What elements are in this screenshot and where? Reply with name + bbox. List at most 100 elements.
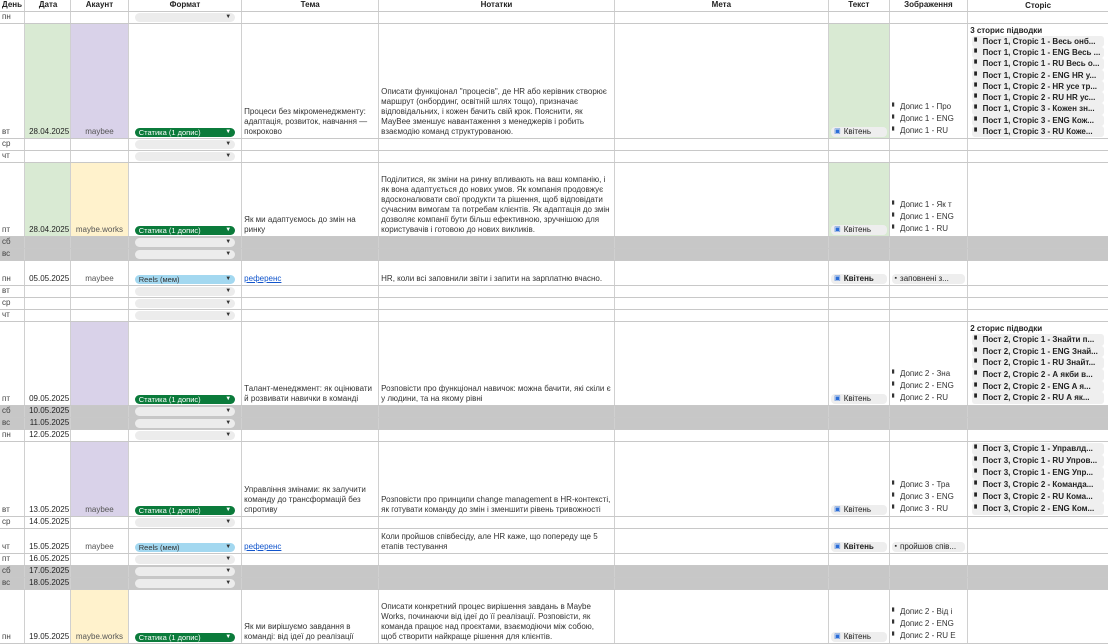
date-cell[interactable]: 17.05.2025 — [25, 566, 72, 577]
date-cell[interactable]: 16.05.2025 — [25, 554, 72, 565]
format-cell[interactable]: Статика (1 допис) ▼ — [129, 322, 243, 405]
meta-cell[interactable] — [615, 430, 830, 441]
day-cell[interactable]: ср — [0, 298, 26, 309]
day-cell[interactable]: пн — [0, 430, 26, 441]
account-cell[interactable] — [71, 237, 129, 248]
stories-cell[interactable] — [968, 249, 1108, 260]
notes-cell[interactable] — [379, 554, 615, 565]
topic-cell[interactable]: Як ми адаптуємось до змін на ринку — [242, 163, 380, 236]
format-cell[interactable]: ▼ — [129, 286, 243, 297]
format-dropdown[interactable]: Статика (1 допис) ▼ — [134, 128, 236, 137]
notes-cell[interactable] — [379, 578, 615, 589]
topic-cell[interactable] — [242, 566, 380, 577]
format-dropdown[interactable]: Статика (1 допис) ▼ — [134, 506, 236, 515]
account-cell[interactable]: maybe.works — [71, 163, 129, 236]
format-cell[interactable]: ▼ — [129, 298, 243, 309]
stories-cell[interactable] — [968, 237, 1108, 248]
date-cell[interactable]: 10.05.2025 — [25, 406, 72, 417]
story-file-chip[interactable]: ▘ Пост 1, Сторіс 1 - Весь онб... — [972, 36, 1104, 48]
format-dropdown[interactable]: ▼ — [134, 431, 236, 440]
stories-cell[interactable] — [968, 298, 1108, 309]
text-cell[interactable]: ▣ Квітень — [829, 322, 890, 405]
topic-cell[interactable] — [242, 139, 380, 150]
topic-cell[interactable] — [242, 298, 380, 309]
format-cell[interactable]: Статика (1 допис) ▼ — [129, 442, 243, 516]
header-account[interactable]: Акаунт — [71, 0, 129, 11]
stories-cell[interactable] — [968, 261, 1108, 285]
day-cell[interactable]: вт — [0, 286, 26, 297]
format-cell[interactable]: ▼ — [129, 151, 243, 162]
text-cell[interactable] — [829, 430, 890, 441]
format-cell[interactable]: ▼ — [129, 139, 243, 150]
text-doc-chip[interactable]: ▣ Квітень — [831, 632, 887, 642]
account-cell[interactable] — [71, 286, 129, 297]
meta-cell[interactable] — [615, 310, 830, 321]
stories-cell[interactable] — [968, 406, 1108, 417]
format-cell[interactable]: ▼ — [129, 517, 243, 528]
stories-cell[interactable] — [968, 151, 1108, 162]
image-file-chip[interactable]: ▪ заповнені з... — [891, 274, 966, 284]
format-dropdown[interactable]: ▼ — [134, 299, 236, 308]
topic-cell[interactable]: референс — [242, 261, 380, 285]
topic-cell[interactable] — [242, 12, 380, 23]
text-doc-chip[interactable]: ▣ Квітень — [831, 127, 887, 137]
reference-link[interactable]: референс — [244, 542, 376, 552]
text-cell[interactable]: ▣ Квітень — [829, 529, 890, 553]
notes-cell[interactable]: Поділитися, як зміни на ринку впливають … — [379, 163, 615, 236]
topic-cell[interactable] — [242, 249, 380, 260]
format-cell[interactable]: ▼ — [128, 249, 243, 260]
stories-cell[interactable]: 2 сторис підводки ▘ Пост 2, Сторіс 1 - Зна… — [968, 322, 1108, 405]
stories-cell[interactable] — [968, 418, 1108, 429]
day-cell[interactable]: ср — [0, 517, 26, 528]
text-cell[interactable] — [829, 578, 890, 589]
stories-cell[interactable] — [968, 310, 1108, 321]
story-file-chip[interactable]: ▘ Пост 2, Сторіс 2 - RU А як... — [972, 392, 1104, 405]
meta-cell[interactable] — [615, 24, 830, 138]
date-cell[interactable]: 28.04.2025 — [25, 24, 72, 138]
day-cell[interactable]: чт — [0, 529, 26, 553]
text-doc-chip[interactable]: ▣ Квітень — [831, 274, 887, 284]
image-file-chip[interactable]: ▘ Допис 1 - Про — [892, 101, 966, 113]
format-dropdown[interactable]: Статика (1 допис) ▼ — [134, 633, 236, 642]
stories-cell[interactable]: 3 сторис підводки ▘ Пост 1, Сторіс 1 - Вес… — [968, 24, 1108, 138]
account-cell[interactable]: maybee — [71, 529, 129, 553]
text-doc-chip[interactable]: ▣ Квітень — [831, 394, 887, 404]
date-cell[interactable]: 15.05.2025 — [25, 529, 72, 553]
image-file-chip[interactable]: ▘ Допис 2 - RU E — [892, 630, 966, 642]
day-cell[interactable]: ср — [0, 139, 26, 150]
format-dropdown[interactable]: ▼ — [134, 287, 236, 296]
notes-cell[interactable] — [379, 139, 615, 150]
date-cell[interactable]: 14.05.2025 — [25, 517, 72, 528]
topic-cell[interactable] — [242, 554, 380, 565]
topic-cell[interactable]: референс — [242, 529, 380, 553]
text-cell[interactable] — [829, 12, 890, 23]
header-text[interactable]: Текст — [829, 0, 890, 11]
image-file-chip[interactable]: ▘ Допис 2 - ENG — [892, 618, 966, 630]
notes-cell[interactable] — [379, 249, 615, 260]
account-cell[interactable] — [71, 139, 129, 150]
date-cell[interactable] — [25, 139, 72, 150]
image-file-chip[interactable]: ▘ Допис 1 - ENG — [892, 211, 966, 223]
header-notes[interactable]: Нотатки — [379, 0, 615, 11]
topic-cell[interactable] — [242, 151, 380, 162]
account-cell[interactable]: maybee — [71, 442, 129, 516]
format-cell[interactable]: ▼ — [128, 566, 243, 577]
topic-cell[interactable] — [242, 418, 380, 429]
image-cell[interactable] — [889, 578, 969, 589]
header-topic[interactable]: Тема — [242, 0, 380, 11]
format-dropdown[interactable]: ▼ — [134, 152, 236, 161]
image-file-chip[interactable]: ▘ Допис 3 - ENG — [892, 491, 966, 503]
date-cell[interactable]: 05.05.2025 — [25, 261, 72, 285]
story-file-chip[interactable]: ▘ Пост 1, Сторіс 3 - ENG Кож... — [972, 114, 1104, 126]
header-stories[interactable]: Сторіс — [968, 0, 1108, 11]
image-file-chip[interactable]: ▘ Допис 2 - Від і — [892, 606, 966, 618]
account-cell[interactable] — [71, 249, 129, 260]
story-file-chip[interactable]: ▘ Пост 2, Сторіс 1 - ENG Знай... — [972, 345, 1104, 358]
topic-cell[interactable]: Управління змінами: як залучити команду … — [242, 442, 380, 516]
story-file-chip[interactable]: ▘ Пост 1, Сторіс 2 - ENG HR у... — [972, 69, 1104, 81]
account-cell[interactable] — [71, 310, 129, 321]
account-cell[interactable] — [71, 151, 129, 162]
format-dropdown[interactable]: ▼ — [134, 579, 236, 588]
format-cell[interactable]: ▼ — [129, 12, 243, 23]
image-file-chip[interactable]: ▘ Допис 1 - Як т — [892, 199, 966, 211]
